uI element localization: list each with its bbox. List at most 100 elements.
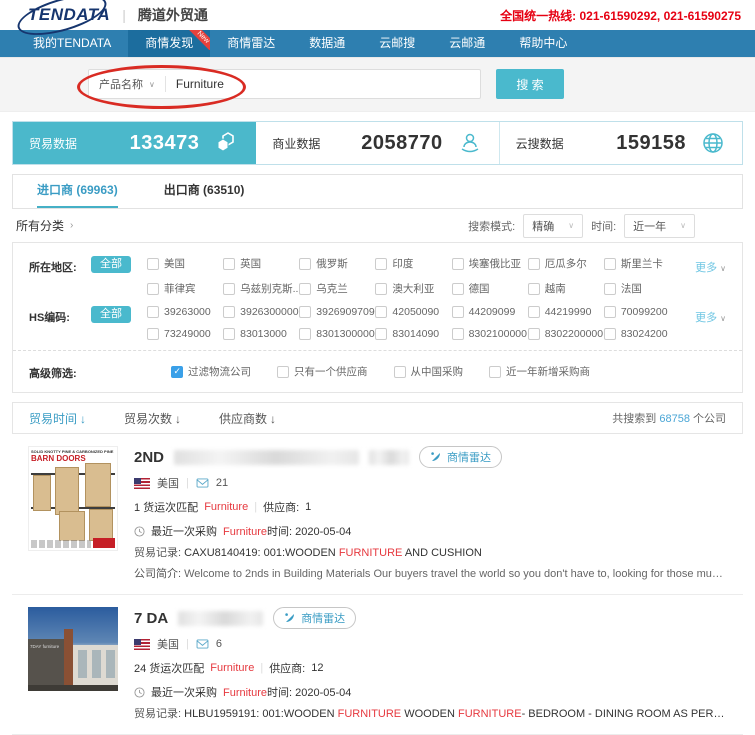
checkbox-icon[interactable] [375, 306, 387, 318]
checkbox-icon[interactable] [223, 258, 235, 270]
checkbox-icon[interactable] [604, 258, 616, 270]
nav-item-cloudmail-tong[interactable]: 云邮通 [432, 30, 502, 57]
result-thumbnail-storefront[interactable]: 7DAY furniture [28, 607, 118, 691]
checkbox-icon[interactable] [528, 328, 540, 340]
filter-checkbox-item[interactable]: 过滤物流公司 [171, 364, 251, 379]
checkbox-icon[interactable] [223, 328, 235, 340]
checkbox-icon[interactable] [299, 283, 311, 295]
checkbox-icon[interactable] [528, 306, 540, 318]
envelope-icon[interactable] [196, 478, 209, 488]
checkbox-icon[interactable] [452, 283, 464, 295]
nav-item-discovery[interactable]: 商情发现 New [128, 30, 210, 57]
checkbox-icon[interactable] [223, 306, 235, 318]
nav-item-datatong[interactable]: 数据通 [292, 30, 362, 57]
nav-item-my-tendata[interactable]: 我的TENDATA [16, 30, 128, 57]
checkbox-icon[interactable] [375, 328, 387, 340]
checkbox-icon[interactable] [604, 283, 616, 295]
checkbox-icon[interactable] [604, 306, 616, 318]
company-name[interactable]: 2ND [134, 449, 164, 466]
result-thumbnail-flyer[interactable]: SOLID KNOTTY PINE & CARBONIZED PINE BARN… [28, 446, 118, 551]
search-mode-select[interactable]: 精确 ∨ [523, 214, 583, 238]
filter-checkbox-item[interactable]: 英国 [223, 256, 299, 271]
checkbox-icon[interactable] [394, 366, 406, 378]
envelope-icon[interactable] [196, 639, 209, 649]
company-name[interactable]: 7 DA [134, 610, 168, 627]
filter-checkbox-item[interactable]: 厄瓜多尔 [528, 256, 604, 271]
all-categories-link[interactable]: 所有分类 › [12, 217, 73, 234]
stat-card-cloudsearch-data[interactable]: 云搜数据 159158 [500, 122, 742, 164]
stat-card-trade-data[interactable]: 贸易数据 133473 [13, 122, 256, 164]
checkbox-icon[interactable] [277, 366, 289, 378]
hscode-more-link[interactable]: 更多 ∨ [680, 306, 726, 325]
sort-trade-time[interactable]: 贸易时间↓ [29, 410, 86, 427]
checkbox-icon[interactable] [489, 366, 501, 378]
checkbox-icon[interactable] [147, 306, 159, 318]
filter-checkbox-item[interactable]: 3926300000 [223, 306, 299, 318]
filter-checkbox-item[interactable]: 埃塞俄比亚 [452, 256, 528, 271]
checkbox-icon[interactable] [375, 258, 387, 270]
filter-checkbox-item[interactable]: 只有一个供应商 [277, 364, 368, 379]
hscode-all-button[interactable]: 全部 [91, 306, 131, 323]
checkbox-icon[interactable] [604, 328, 616, 340]
checkbox-icon[interactable] [375, 283, 387, 295]
region-all-button[interactable]: 全部 [91, 256, 131, 273]
filter-checkbox-item[interactable]: 8301300000 [299, 328, 375, 340]
filter-checkbox-item[interactable]: 70099200 [604, 306, 680, 318]
checkbox-checked-icon[interactable] [171, 366, 183, 378]
checkbox-icon[interactable] [452, 306, 464, 318]
filter-checkbox-item[interactable]: 39263000 [147, 306, 223, 318]
tendata-logo[interactable]: TENDATA [28, 5, 110, 25]
stat-card-business-data[interactable]: 商业数据 2058770 [256, 122, 499, 164]
checkbox-icon[interactable] [528, 258, 540, 270]
checkbox-icon[interactable] [147, 328, 159, 340]
filter-checkbox-item[interactable]: 3926909709 [299, 306, 375, 318]
filter-checkbox-item[interactable]: 44209099 [452, 306, 528, 318]
checkbox-icon[interactable] [299, 306, 311, 318]
checkbox-icon[interactable] [147, 283, 159, 295]
filter-checkbox-item[interactable]: 澳大利亚 [375, 281, 451, 296]
checkbox-icon[interactable] [452, 328, 464, 340]
tab-exporters[interactable]: 出口商 (63510) [164, 175, 245, 208]
divider: | [260, 662, 263, 674]
nav-item-help-center[interactable]: 帮助中心 [502, 30, 584, 57]
filter-checkbox-item[interactable]: 印度 [375, 256, 451, 271]
filter-checkbox-item[interactable]: 42050090 [375, 306, 451, 318]
filter-checkbox-item[interactable]: 乌克兰 [299, 281, 375, 296]
checkbox-icon[interactable] [147, 258, 159, 270]
filter-checkbox-item[interactable]: 乌兹别克斯.. [223, 281, 299, 296]
checkbox-icon[interactable] [223, 283, 235, 295]
checkbox-icon[interactable] [452, 258, 464, 270]
sort-supplier-count[interactable]: 供应商数↓ [219, 410, 276, 427]
region-row-1: 美国英国俄罗斯印度埃塞俄比亚厄瓜多尔斯里兰卡 [147, 256, 680, 271]
filter-checkbox-item[interactable]: 菲律宾 [147, 281, 223, 296]
checkbox-icon[interactable] [528, 283, 540, 295]
filter-checkbox-item[interactable]: 44219990 [528, 306, 604, 318]
filter-checkbox-item[interactable]: 德国 [452, 281, 528, 296]
search-category-select[interactable]: 产品名称 ∨ [89, 76, 165, 92]
search-input[interactable] [166, 77, 480, 91]
filter-checkbox-item[interactable]: 73249000 [147, 328, 223, 340]
filter-checkbox-item[interactable]: 83024200 [604, 328, 680, 340]
nav-item-radar[interactable]: 商情雷达 [210, 30, 292, 57]
filter-checkbox-item[interactable]: 法国 [604, 281, 680, 296]
region-more-link[interactable]: 更多 ∨ [680, 256, 726, 275]
filter-checkbox-item[interactable]: 斯里兰卡 [604, 256, 680, 271]
time-select[interactable]: 近一年 ∨ [624, 214, 695, 238]
nav-item-cloudmail-search[interactable]: 云邮搜 [362, 30, 432, 57]
checkbox-icon[interactable] [299, 258, 311, 270]
filter-checkbox-item[interactable]: 美国 [147, 256, 223, 271]
radar-button[interactable]: 商情雷达 [273, 607, 356, 629]
search-button[interactable]: 搜 索 [496, 69, 564, 99]
checkbox-icon[interactable] [299, 328, 311, 340]
filter-checkbox-item[interactable]: 俄罗斯 [299, 256, 375, 271]
filter-checkbox-item[interactable]: 近一年新增采购商 [489, 364, 590, 379]
tab-importers[interactable]: 进口商 (69963) [37, 175, 118, 208]
filter-checkbox-item[interactable]: 越南 [528, 281, 604, 296]
sort-trade-count[interactable]: 贸易次数↓ [124, 410, 181, 427]
filter-checkbox-item[interactable]: 从中国采购 [394, 364, 464, 379]
filter-checkbox-item[interactable]: 8302100000 [452, 328, 528, 340]
filter-checkbox-item[interactable]: 83013000 [223, 328, 299, 340]
radar-button[interactable]: 商情雷达 [419, 446, 502, 468]
filter-checkbox-item[interactable]: 8302200000 [528, 328, 604, 340]
filter-checkbox-item[interactable]: 83014090 [375, 328, 451, 340]
